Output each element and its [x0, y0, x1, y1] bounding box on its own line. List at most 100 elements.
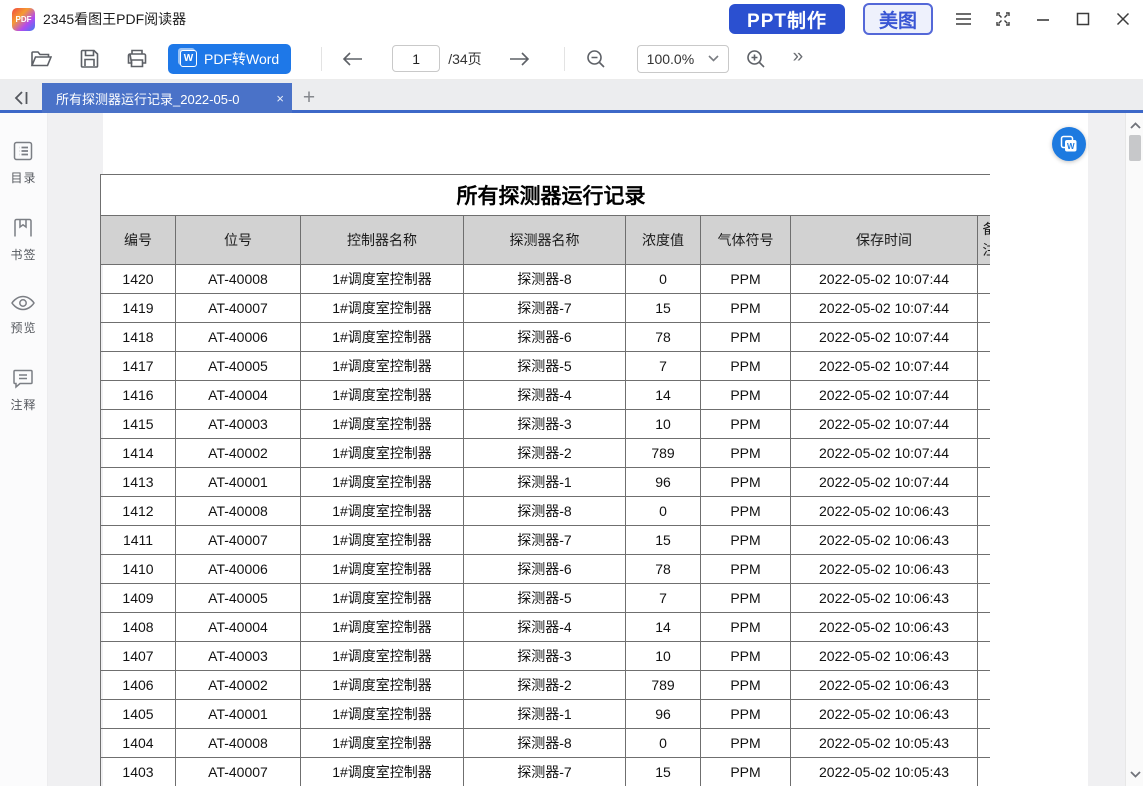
table-cell: PPM: [701, 584, 791, 613]
next-page-icon[interactable]: [502, 42, 536, 76]
table-cell: AT-40002: [176, 671, 301, 700]
table-cell: AT-40004: [176, 381, 301, 410]
new-tab-button[interactable]: +: [292, 83, 326, 113]
table-cell: PPM: [701, 700, 791, 729]
document-viewer[interactable]: 所有探测器运行记录 编号位号控制器名称探测器名称浓度值气体符号保存时间备注 14…: [48, 113, 1125, 786]
table-cell: 0: [626, 265, 701, 294]
maximize-button[interactable]: [1063, 0, 1103, 38]
save-icon[interactable]: [72, 42, 106, 76]
table-cell: 探测器-7: [464, 526, 626, 555]
table-cell: 789: [626, 439, 701, 468]
table-cell: 探测器-1: [464, 700, 626, 729]
table-cell: [978, 294, 991, 323]
word-doc-icon: W: [1060, 135, 1078, 153]
tab-close-icon[interactable]: ×: [276, 92, 284, 105]
table-cell: 14: [626, 613, 701, 642]
table-cell: 1409: [101, 584, 176, 613]
svg-text:W: W: [1067, 142, 1075, 151]
vertical-scrollbar[interactable]: [1125, 113, 1143, 786]
convert-to-word-float-button[interactable]: W: [1052, 127, 1086, 161]
table-cell: PPM: [701, 642, 791, 671]
table-cell: 探测器-5: [464, 352, 626, 381]
ppt-make-button[interactable]: PPT制作: [729, 4, 845, 34]
table-cell: PPM: [701, 526, 791, 555]
table-cell: 10: [626, 642, 701, 671]
table-cell: 1410: [101, 555, 176, 584]
print-icon[interactable]: [120, 42, 154, 76]
table-cell: PPM: [701, 555, 791, 584]
menu-icon[interactable]: [943, 0, 983, 38]
more-tools-button[interactable]: »: [793, 46, 804, 68]
column-header: 浓度值: [626, 216, 701, 265]
table-cell: 2022-05-02 10:06:43: [791, 671, 978, 700]
table-cell: 1#调度室控制器: [301, 439, 464, 468]
table-cell: 1#调度室控制器: [301, 323, 464, 352]
table-cell: PPM: [701, 410, 791, 439]
table-cell: PPM: [701, 613, 791, 642]
sidebar-item-preview[interactable]: 预览: [10, 293, 36, 336]
table-cell: 1412: [101, 497, 176, 526]
page-number-input[interactable]: [392, 45, 440, 72]
sidebar-item-catalog[interactable]: 目录: [10, 139, 36, 186]
zoom-in-icon[interactable]: [739, 42, 773, 76]
table-cell: AT-40005: [176, 352, 301, 381]
table-cell: 2022-05-02 10:06:43: [791, 555, 978, 584]
table-cell: 1#调度室控制器: [301, 613, 464, 642]
table-cell: PPM: [701, 352, 791, 381]
table-cell: [978, 468, 991, 497]
open-file-icon[interactable]: [24, 42, 58, 76]
sidebar-item-annotations[interactable]: 注释: [10, 366, 36, 413]
table-cell: [978, 555, 991, 584]
scroll-up-icon[interactable]: [1126, 115, 1143, 135]
table-row: 1419AT-400071#调度室控制器探测器-715PPM2022-05-02…: [101, 294, 991, 323]
table-cell: [978, 642, 991, 671]
table-cell: 14: [626, 381, 701, 410]
table-cell: PPM: [701, 468, 791, 497]
table-row: 1413AT-400011#调度室控制器探测器-196PPM2022-05-02…: [101, 468, 991, 497]
table-cell: 1411: [101, 526, 176, 555]
scroll-down-icon[interactable]: [1126, 764, 1143, 784]
table-cell: 1#调度室控制器: [301, 526, 464, 555]
fullscreen-icon[interactable]: [983, 0, 1023, 38]
sidebar-item-label: 注释: [10, 396, 36, 413]
table-cell: 2022-05-02 10:07:44: [791, 265, 978, 294]
eye-icon: [10, 293, 36, 313]
sidebar: 目录 书签 预览 注释: [0, 113, 48, 786]
toolbar-divider: [321, 47, 322, 71]
minimize-button[interactable]: [1023, 0, 1063, 38]
table-cell: PPM: [701, 381, 791, 410]
sidebar-item-bookmarks[interactable]: 书签: [10, 216, 36, 263]
table-header-row: 编号位号控制器名称探测器名称浓度值气体符号保存时间备注: [101, 216, 991, 265]
pdf-to-word-button[interactable]: W PDF转Word: [168, 44, 291, 74]
scrollbar-thumb[interactable]: [1129, 135, 1141, 161]
table-cell: 0: [626, 729, 701, 758]
close-button[interactable]: [1103, 0, 1143, 38]
table-cell: 2022-05-02 10:06:43: [791, 497, 978, 526]
comment-icon: [11, 366, 35, 390]
table-cell: 1#调度室控制器: [301, 294, 464, 323]
zoom-level-select[interactable]: 100.0%: [637, 45, 729, 73]
table-cell: [978, 526, 991, 555]
table-cell: AT-40005: [176, 584, 301, 613]
table-cell: 1419: [101, 294, 176, 323]
table-row: 1404AT-400081#调度室控制器探测器-80PPM2022-05-02 …: [101, 729, 991, 758]
table-cell: [978, 265, 991, 294]
table-cell: 7: [626, 584, 701, 613]
table-cell: PPM: [701, 758, 791, 786]
table-cell: 1#调度室控制器: [301, 381, 464, 410]
table-cell: AT-40001: [176, 468, 301, 497]
table-cell: [978, 352, 991, 381]
previous-page-icon[interactable]: [336, 42, 370, 76]
table-row: 1409AT-400051#调度室控制器探测器-57PPM2022-05-02 …: [101, 584, 991, 613]
table-cell: 15: [626, 758, 701, 786]
table-cell: 探测器-8: [464, 265, 626, 294]
table-cell: 2022-05-02 10:06:43: [791, 613, 978, 642]
collapse-sidebar-icon[interactable]: [0, 83, 42, 113]
table-cell: 1#调度室控制器: [301, 671, 464, 700]
table-cell: 1404: [101, 729, 176, 758]
meitu-button[interactable]: 美图: [863, 3, 933, 35]
table-cell: 10: [626, 410, 701, 439]
zoom-out-icon[interactable]: [579, 42, 613, 76]
table-row: 1417AT-400051#调度室控制器探测器-57PPM2022-05-02 …: [101, 352, 991, 381]
document-tab[interactable]: 所有探测器运行记录_2022-05-0 ×: [42, 83, 292, 113]
